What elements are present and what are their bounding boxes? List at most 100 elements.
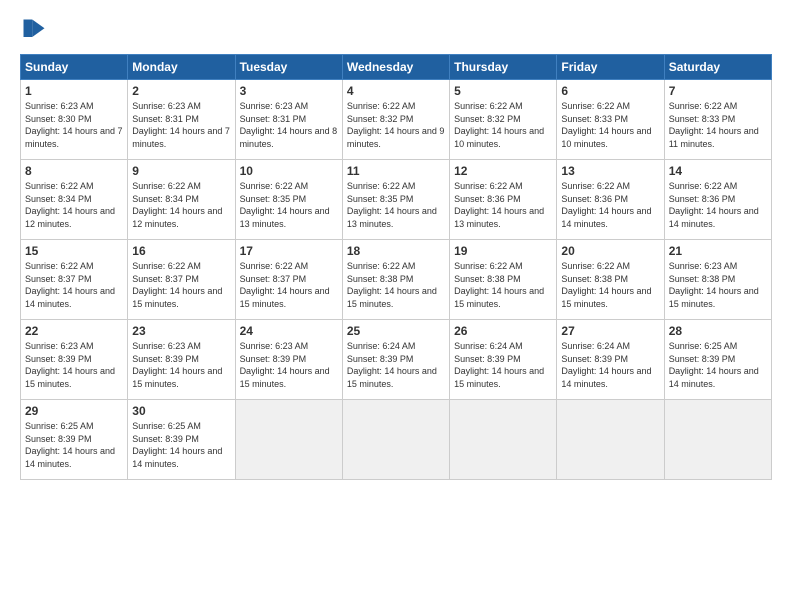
- day-cell: 12 Sunrise: 6:22 AM Sunset: 8:36 PM Dayl…: [450, 160, 557, 240]
- day-info: Sunrise: 6:22 AM Sunset: 8:38 PM Dayligh…: [347, 260, 445, 310]
- day-cell: [557, 400, 664, 480]
- day-info: Sunrise: 6:23 AM Sunset: 8:39 PM Dayligh…: [240, 340, 338, 390]
- day-cell: 30 Sunrise: 6:25 AM Sunset: 8:39 PM Dayl…: [128, 400, 235, 480]
- day-cell: [664, 400, 771, 480]
- day-cell: 3 Sunrise: 6:23 AM Sunset: 8:31 PM Dayli…: [235, 80, 342, 160]
- day-info: Sunrise: 6:22 AM Sunset: 8:37 PM Dayligh…: [25, 260, 123, 310]
- day-number: 14: [669, 164, 767, 178]
- day-number: 25: [347, 324, 445, 338]
- day-cell: 4 Sunrise: 6:22 AM Sunset: 8:32 PM Dayli…: [342, 80, 449, 160]
- week-row-5: 29 Sunrise: 6:25 AM Sunset: 8:39 PM Dayl…: [21, 400, 772, 480]
- day-number: 22: [25, 324, 123, 338]
- page: SundayMondayTuesdayWednesdayThursdayFrid…: [0, 0, 792, 612]
- day-number: 23: [132, 324, 230, 338]
- day-cell: [450, 400, 557, 480]
- day-number: 26: [454, 324, 552, 338]
- day-info: Sunrise: 6:22 AM Sunset: 8:32 PM Dayligh…: [454, 100, 552, 150]
- day-number: 18: [347, 244, 445, 258]
- week-row-4: 22 Sunrise: 6:23 AM Sunset: 8:39 PM Dayl…: [21, 320, 772, 400]
- day-number: 13: [561, 164, 659, 178]
- col-header-wednesday: Wednesday: [342, 55, 449, 80]
- day-number: 28: [669, 324, 767, 338]
- day-number: 20: [561, 244, 659, 258]
- day-info: Sunrise: 6:22 AM Sunset: 8:36 PM Dayligh…: [561, 180, 659, 230]
- col-header-monday: Monday: [128, 55, 235, 80]
- day-cell: 9 Sunrise: 6:22 AM Sunset: 8:34 PM Dayli…: [128, 160, 235, 240]
- day-info: Sunrise: 6:23 AM Sunset: 8:38 PM Dayligh…: [669, 260, 767, 310]
- day-cell: 26 Sunrise: 6:24 AM Sunset: 8:39 PM Dayl…: [450, 320, 557, 400]
- day-cell: 7 Sunrise: 6:22 AM Sunset: 8:33 PM Dayli…: [664, 80, 771, 160]
- day-number: 19: [454, 244, 552, 258]
- day-number: 1: [25, 84, 123, 98]
- day-info: Sunrise: 6:24 AM Sunset: 8:39 PM Dayligh…: [454, 340, 552, 390]
- day-info: Sunrise: 6:22 AM Sunset: 8:37 PM Dayligh…: [240, 260, 338, 310]
- day-info: Sunrise: 6:24 AM Sunset: 8:39 PM Dayligh…: [347, 340, 445, 390]
- day-cell: [235, 400, 342, 480]
- day-info: Sunrise: 6:22 AM Sunset: 8:35 PM Dayligh…: [240, 180, 338, 230]
- day-number: 21: [669, 244, 767, 258]
- day-info: Sunrise: 6:22 AM Sunset: 8:33 PM Dayligh…: [669, 100, 767, 150]
- day-info: Sunrise: 6:23 AM Sunset: 8:39 PM Dayligh…: [25, 340, 123, 390]
- day-cell: 8 Sunrise: 6:22 AM Sunset: 8:34 PM Dayli…: [21, 160, 128, 240]
- day-cell: 18 Sunrise: 6:22 AM Sunset: 8:38 PM Dayl…: [342, 240, 449, 320]
- day-info: Sunrise: 6:22 AM Sunset: 8:36 PM Dayligh…: [454, 180, 552, 230]
- day-cell: [342, 400, 449, 480]
- day-number: 15: [25, 244, 123, 258]
- col-header-saturday: Saturday: [664, 55, 771, 80]
- header: [20, 16, 772, 44]
- calendar-table: SundayMondayTuesdayWednesdayThursdayFrid…: [20, 54, 772, 480]
- day-cell: 28 Sunrise: 6:25 AM Sunset: 8:39 PM Dayl…: [664, 320, 771, 400]
- day-info: Sunrise: 6:22 AM Sunset: 8:33 PM Dayligh…: [561, 100, 659, 150]
- day-info: Sunrise: 6:23 AM Sunset: 8:30 PM Dayligh…: [25, 100, 123, 150]
- day-cell: 16 Sunrise: 6:22 AM Sunset: 8:37 PM Dayl…: [128, 240, 235, 320]
- week-row-2: 8 Sunrise: 6:22 AM Sunset: 8:34 PM Dayli…: [21, 160, 772, 240]
- day-number: 5: [454, 84, 552, 98]
- day-number: 2: [132, 84, 230, 98]
- day-info: Sunrise: 6:22 AM Sunset: 8:34 PM Dayligh…: [132, 180, 230, 230]
- day-cell: 24 Sunrise: 6:23 AM Sunset: 8:39 PM Dayl…: [235, 320, 342, 400]
- logo: [20, 16, 52, 44]
- day-number: 16: [132, 244, 230, 258]
- day-number: 8: [25, 164, 123, 178]
- day-info: Sunrise: 6:25 AM Sunset: 8:39 PM Dayligh…: [25, 420, 123, 470]
- day-cell: 2 Sunrise: 6:23 AM Sunset: 8:31 PM Dayli…: [128, 80, 235, 160]
- day-cell: 29 Sunrise: 6:25 AM Sunset: 8:39 PM Dayl…: [21, 400, 128, 480]
- day-cell: 10 Sunrise: 6:22 AM Sunset: 8:35 PM Dayl…: [235, 160, 342, 240]
- day-info: Sunrise: 6:25 AM Sunset: 8:39 PM Dayligh…: [132, 420, 230, 470]
- day-cell: 21 Sunrise: 6:23 AM Sunset: 8:38 PM Dayl…: [664, 240, 771, 320]
- day-cell: 14 Sunrise: 6:22 AM Sunset: 8:36 PM Dayl…: [664, 160, 771, 240]
- col-header-sunday: Sunday: [21, 55, 128, 80]
- day-info: Sunrise: 6:22 AM Sunset: 8:36 PM Dayligh…: [669, 180, 767, 230]
- day-number: 12: [454, 164, 552, 178]
- day-info: Sunrise: 6:24 AM Sunset: 8:39 PM Dayligh…: [561, 340, 659, 390]
- day-info: Sunrise: 6:22 AM Sunset: 8:34 PM Dayligh…: [25, 180, 123, 230]
- day-cell: 5 Sunrise: 6:22 AM Sunset: 8:32 PM Dayli…: [450, 80, 557, 160]
- day-cell: 27 Sunrise: 6:24 AM Sunset: 8:39 PM Dayl…: [557, 320, 664, 400]
- day-info: Sunrise: 6:25 AM Sunset: 8:39 PM Dayligh…: [669, 340, 767, 390]
- day-cell: 13 Sunrise: 6:22 AM Sunset: 8:36 PM Dayl…: [557, 160, 664, 240]
- day-number: 6: [561, 84, 659, 98]
- day-cell: 20 Sunrise: 6:22 AM Sunset: 8:38 PM Dayl…: [557, 240, 664, 320]
- day-number: 27: [561, 324, 659, 338]
- day-number: 17: [240, 244, 338, 258]
- day-info: Sunrise: 6:23 AM Sunset: 8:39 PM Dayligh…: [132, 340, 230, 390]
- day-number: 9: [132, 164, 230, 178]
- day-number: 11: [347, 164, 445, 178]
- day-cell: 23 Sunrise: 6:23 AM Sunset: 8:39 PM Dayl…: [128, 320, 235, 400]
- day-info: Sunrise: 6:23 AM Sunset: 8:31 PM Dayligh…: [132, 100, 230, 150]
- day-info: Sunrise: 6:22 AM Sunset: 8:38 PM Dayligh…: [561, 260, 659, 310]
- day-cell: 11 Sunrise: 6:22 AM Sunset: 8:35 PM Dayl…: [342, 160, 449, 240]
- day-number: 10: [240, 164, 338, 178]
- day-info: Sunrise: 6:22 AM Sunset: 8:37 PM Dayligh…: [132, 260, 230, 310]
- col-header-tuesday: Tuesday: [235, 55, 342, 80]
- day-info: Sunrise: 6:22 AM Sunset: 8:35 PM Dayligh…: [347, 180, 445, 230]
- day-number: 4: [347, 84, 445, 98]
- week-row-3: 15 Sunrise: 6:22 AM Sunset: 8:37 PM Dayl…: [21, 240, 772, 320]
- day-cell: 19 Sunrise: 6:22 AM Sunset: 8:38 PM Dayl…: [450, 240, 557, 320]
- day-number: 7: [669, 84, 767, 98]
- day-number: 3: [240, 84, 338, 98]
- day-number: 29: [25, 404, 123, 418]
- logo-icon: [20, 16, 48, 44]
- day-info: Sunrise: 6:22 AM Sunset: 8:32 PM Dayligh…: [347, 100, 445, 150]
- day-info: Sunrise: 6:23 AM Sunset: 8:31 PM Dayligh…: [240, 100, 338, 150]
